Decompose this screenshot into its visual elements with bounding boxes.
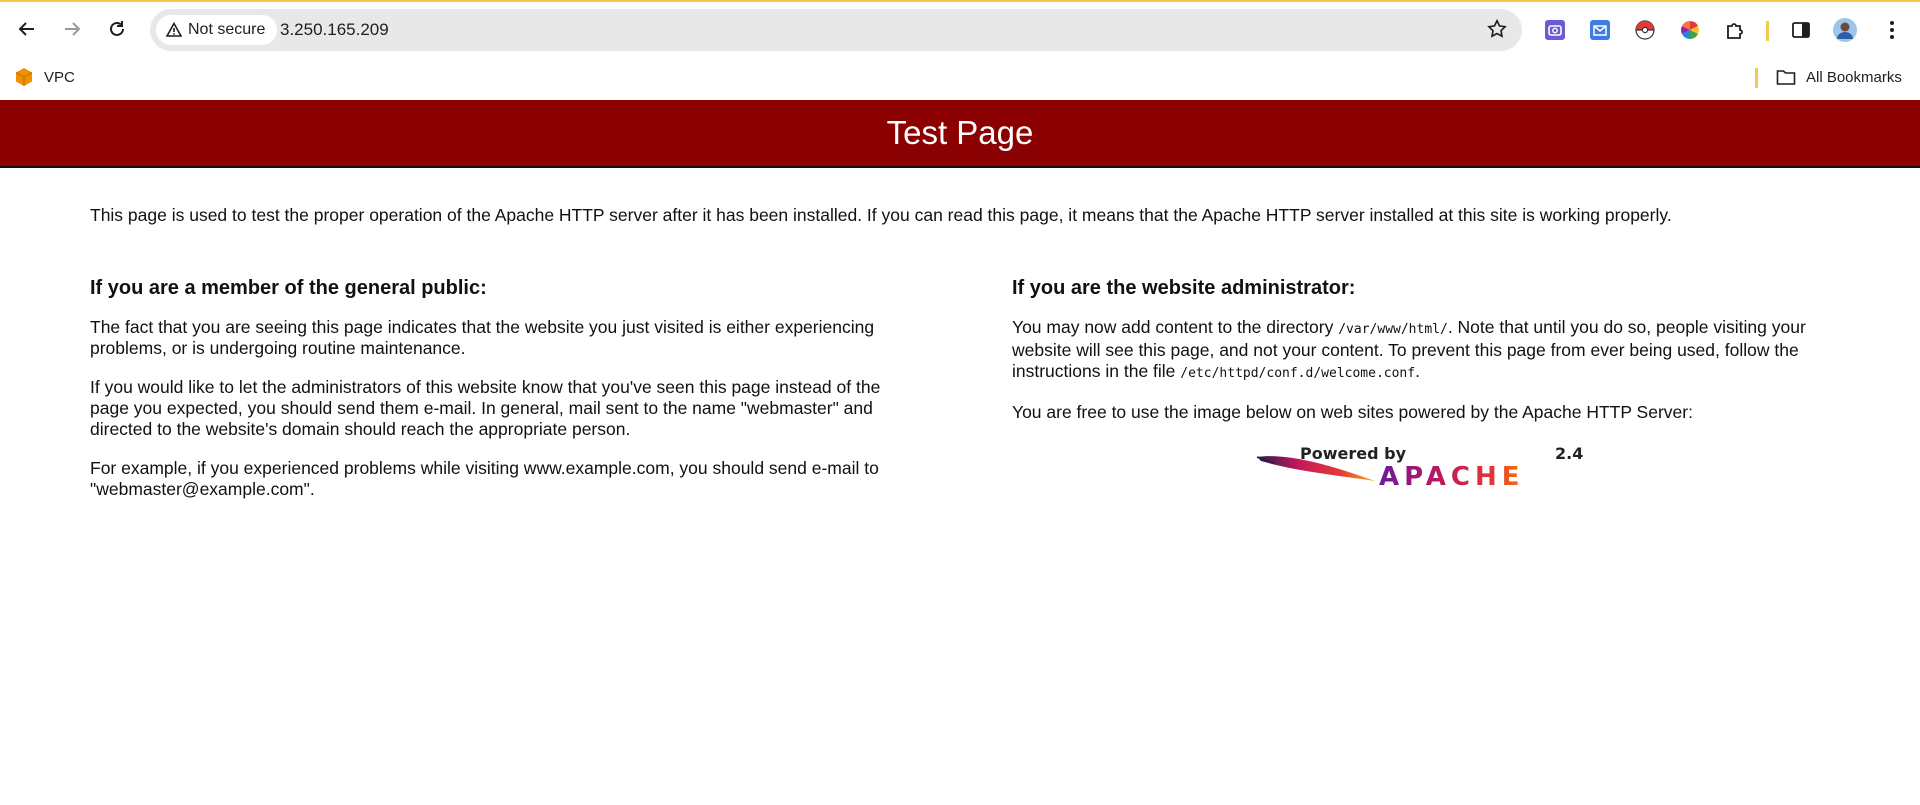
- security-label: Not secure: [188, 21, 266, 38]
- public-paragraph-3: For example, if you experienced problems…: [90, 458, 879, 499]
- public-paragraph-1: The fact that you are seeing this page i…: [90, 317, 875, 358]
- pokeball-extension-icon[interactable]: [1632, 17, 1658, 43]
- forward-arrow-icon: [65, 22, 81, 36]
- all-bookmarks-label: All Bookmarks: [1806, 68, 1902, 86]
- mail-extension-icon[interactable]: [1587, 17, 1613, 43]
- page-banner: Test Page: [0, 100, 1920, 168]
- docroot-path: /var/www/html/: [1338, 322, 1448, 337]
- extensions-puzzle-icon[interactable]: [1722, 17, 1748, 43]
- toolbar-divider: [1766, 21, 1769, 41]
- admin-text-c: .: [1415, 361, 1420, 381]
- side-panel-icon[interactable]: [1788, 17, 1814, 43]
- administrator-section: If you are the website administrator: Yo…: [1012, 278, 1842, 441]
- apache-wordmark: APACHE: [1379, 462, 1525, 489]
- reload-button[interactable]: [100, 12, 134, 46]
- intro-text: This page is used to test the proper ope…: [90, 205, 1672, 225]
- warning-icon: [166, 22, 182, 37]
- admin-paragraph-2: You are free to use the image below on w…: [1012, 402, 1693, 422]
- profile-avatar[interactable]: [1832, 17, 1858, 43]
- screenshot-extension-icon[interactable]: [1542, 17, 1568, 43]
- bookmark-label: VPC: [44, 68, 75, 86]
- admin-text-a: You may now add content to the directory: [1012, 317, 1339, 337]
- address-bar[interactable]: Not secure 3.250.165.209: [150, 9, 1522, 51]
- url-text[interactable]: 3.250.165.209: [280, 20, 389, 40]
- cube-icon: [15, 68, 33, 86]
- bookmarks-bar: VPC All Bookmarks: [0, 56, 1920, 100]
- powered-by-text: Powered by: [1300, 444, 1407, 463]
- version-text: 2.4: [1555, 444, 1583, 463]
- public-paragraph-2: If you would like to let the administrat…: [90, 377, 881, 439]
- folder-icon: [1776, 70, 1796, 85]
- browser-toolbar: Not secure 3.250.165.209: [0, 0, 1920, 56]
- powered-by-apache-logo: Powered by 2.4 APACHE: [1256, 444, 1583, 489]
- forward-button[interactable]: [55, 12, 89, 46]
- all-bookmarks-button[interactable]: All Bookmarks: [1776, 64, 1902, 90]
- star-icon: [1487, 18, 1507, 38]
- bookmark-star-button[interactable]: [1486, 18, 1508, 45]
- administrator-heading: If you are the website administrator:: [1012, 277, 1356, 299]
- reload-icon: [110, 21, 124, 36]
- browser-menu-icon[interactable]: [1879, 17, 1905, 43]
- admin-paragraph-1: You may now add content to the directory…: [1012, 317, 1842, 384]
- security-indicator[interactable]: Not secure: [156, 15, 278, 45]
- general-public-section: If you are a member of the general publi…: [90, 278, 910, 518]
- back-arrow-icon: [18, 22, 34, 36]
- bookmark-vpc[interactable]: VPC: [14, 64, 75, 90]
- general-public-heading: If you are a member of the general publi…: [90, 277, 487, 299]
- page-title: Test Page: [886, 114, 1034, 151]
- back-button[interactable]: [10, 12, 44, 46]
- color-wheel-extension-icon[interactable]: [1677, 17, 1703, 43]
- welcome-conf-path: /etc/httpd/conf.d/welcome.conf: [1180, 366, 1416, 381]
- bookmarks-divider: [1755, 68, 1758, 88]
